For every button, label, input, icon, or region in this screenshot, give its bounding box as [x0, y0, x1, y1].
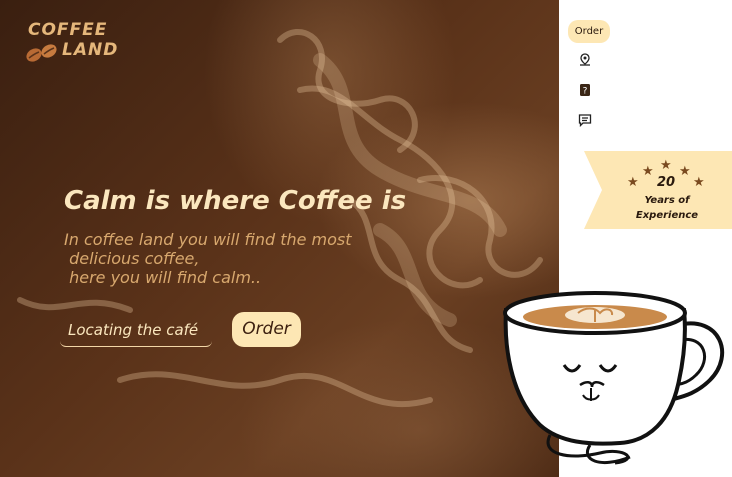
star-icon: ★	[660, 158, 672, 173]
star-icon: ★	[627, 175, 639, 190]
location-pin-icon[interactable]	[578, 53, 592, 67]
question-icon[interactable]: ?	[578, 83, 592, 97]
message-icon[interactable]	[578, 113, 592, 127]
nav-order-button[interactable]: Order	[568, 20, 610, 43]
brand-name-line1: COFFEE	[28, 20, 108, 40]
coffee-beans-icon	[26, 44, 57, 62]
star-icon: ★	[693, 175, 705, 190]
brand-name-line2: LAND	[62, 40, 119, 60]
hero-subtext: In coffee land you will find the most de…	[64, 230, 352, 287]
years-number: 20	[656, 175, 676, 190]
years-label: Years of Experience	[635, 195, 699, 221]
calm-coffee-cup-illustration	[503, 291, 725, 465]
hero-section: COFFEE LAND Calm is where Coffee is In c…	[0, 0, 559, 477]
brand-logo[interactable]: COFFEE LAND	[24, 20, 117, 66]
locate-cafe-button[interactable]: Locating the café	[60, 317, 212, 347]
svg-text:?: ?	[583, 87, 588, 97]
hero-order-button[interactable]: Order	[232, 312, 301, 347]
hero-headline: Calm is where Coffee is	[64, 186, 407, 216]
